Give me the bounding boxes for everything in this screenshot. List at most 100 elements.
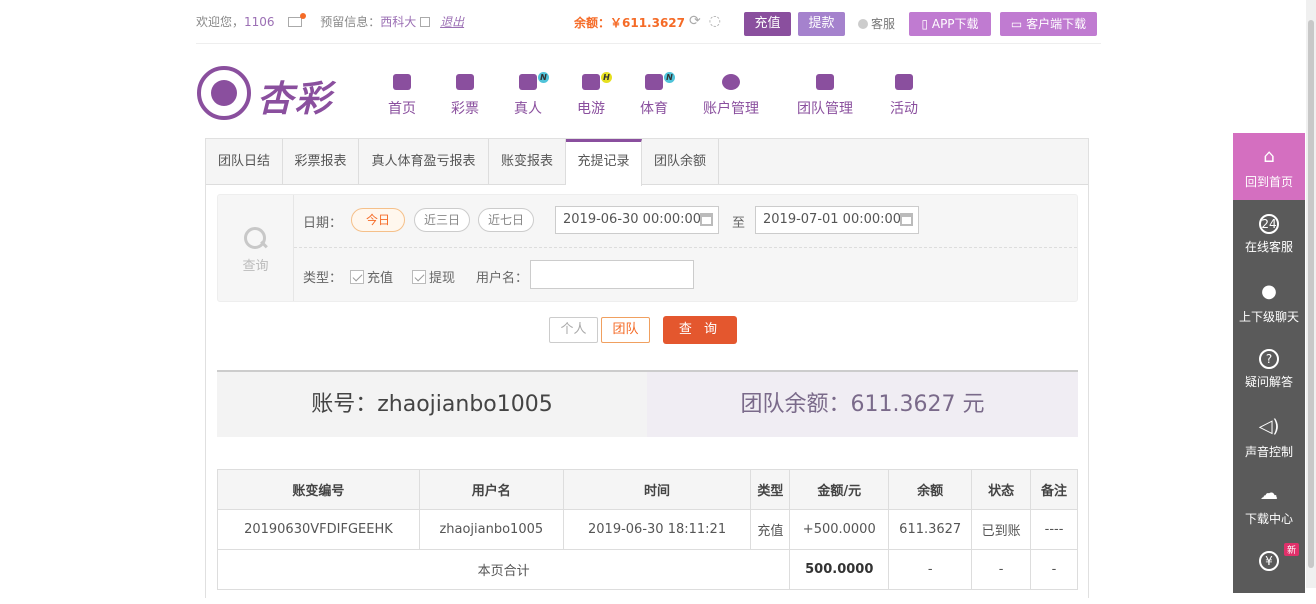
logout-link[interactable]: 退出 xyxy=(440,15,464,29)
withdraw-checkbox-label: 提现 xyxy=(429,271,456,286)
username-label: 用户名： xyxy=(476,271,529,286)
nav-label: 彩票 xyxy=(451,101,479,117)
nav-label: 体育 xyxy=(640,101,668,117)
reserved-value: 西科大 xyxy=(380,15,417,29)
question-icon: ? xyxy=(1259,349,1279,369)
new-badge: 新 xyxy=(1283,543,1299,556)
three-days-button[interactable]: 近三日 xyxy=(414,208,470,232)
seven-days-button[interactable]: 近七日 xyxy=(478,208,534,232)
recharge-button[interactable]: 充值 xyxy=(744,12,791,36)
hot-badge: H xyxy=(601,72,612,83)
money-bag-icon: ¥ xyxy=(1259,551,1279,571)
col-time: 时间 xyxy=(562,469,752,510)
recharge-checkbox[interactable]: 充值 xyxy=(350,267,393,286)
tab-team-daily[interactable]: 团队日结 xyxy=(206,139,283,185)
table-row: 20190630VFDIFGEEHK zhaojianbo1005 2019-0… xyxy=(217,509,1078,550)
total-amount: 500.0000 xyxy=(789,549,890,590)
sidebar-label: 回到首页 xyxy=(1244,175,1293,189)
account-summary: 账号：zhaojianbo1005 xyxy=(217,372,647,437)
sidebar-label: 在线客服 xyxy=(1244,240,1293,254)
balance-display: 余额：￥611.3627 xyxy=(574,16,686,30)
withdraw-checkbox[interactable]: 提现 xyxy=(412,267,455,286)
sidebar-home[interactable]: ⌂ 回到首页 xyxy=(1233,133,1305,200)
nav-label: 电游 xyxy=(577,101,605,117)
summary-bar: 账号：zhaojianbo1005 团队余额：611.3627 元 xyxy=(217,370,1078,437)
balance-tools: ⟳◌ xyxy=(689,13,729,29)
sidebar-faq[interactable]: ? 疑问解答 xyxy=(1233,335,1305,402)
col-balance: 余额 xyxy=(888,469,973,510)
sidebar-chat[interactable]: ● 上下级聊天 xyxy=(1233,268,1305,335)
col-amount: 金额/元 xyxy=(789,469,890,510)
welcome-text: 欢迎您， xyxy=(196,15,245,29)
filter-box: 查询 日期： 今日 近三日 近七日 2019-06-30 00:00:00 至 … xyxy=(217,194,1078,302)
nav-label: 首页 xyxy=(388,101,416,117)
client-download-button[interactable]: ▭ 客户端下载 xyxy=(1000,12,1097,36)
nav-egame[interactable]: H 电游 xyxy=(577,72,612,118)
nav-team[interactable]: 团队管理 xyxy=(797,72,853,118)
trophy-icon: N xyxy=(643,72,675,94)
tab-balance-change[interactable]: 账变报表 xyxy=(489,139,566,185)
date-to-input[interactable]: 2019-07-01 00:00:00 xyxy=(755,206,919,234)
content-panel: 团队日结 彩票报表 真人体育盈亏报表 账变报表 充提记录 团队余额 查询 日期：… xyxy=(205,138,1089,598)
new-badge: N xyxy=(538,72,549,83)
type-label: 类型： xyxy=(303,271,343,286)
date-row: 日期： 今日 近三日 近七日 2019-06-30 00:00:00 至 201… xyxy=(294,195,1077,248)
scrollbar-thumb[interactable] xyxy=(1308,20,1314,568)
sidebar-online-service[interactable]: 24 在线客服 xyxy=(1233,200,1305,267)
personal-button[interactable]: 个人 xyxy=(549,317,598,343)
logo-emblem-icon xyxy=(197,66,251,120)
nav-account[interactable]: 账户管理 xyxy=(703,72,759,118)
nav-live[interactable]: N 真人 xyxy=(514,72,549,118)
team-button[interactable]: 团队 xyxy=(601,317,650,343)
nav-label: 账户管理 xyxy=(703,101,759,117)
sidebar-sound[interactable]: ◁) 声音控制 xyxy=(1233,403,1305,470)
tab-live-sports-report[interactable]: 真人体育盈亏报表 xyxy=(359,139,489,185)
team-balance-summary: 团队余额：611.3627 元 xyxy=(647,372,1078,437)
app-download-button[interactable]: ▯ APP下载 xyxy=(909,12,991,36)
total-balance: - xyxy=(888,549,973,590)
hide-eye-icon[interactable]: ◌ xyxy=(709,13,729,29)
refresh-icon[interactable]: ⟳ xyxy=(689,13,709,29)
team-icon xyxy=(814,74,836,94)
chat-bubble-icon: ● xyxy=(1261,281,1277,302)
sidebar-download[interactable]: ☁ 下载中心 xyxy=(1233,470,1305,537)
cell-record-id: 20190630VFDIFGEEHK xyxy=(217,509,420,550)
cell-status: 已到账 xyxy=(971,509,1032,550)
service-link[interactable]: 客服 xyxy=(858,15,895,32)
cell-type: 充值 xyxy=(750,509,791,550)
site-logo[interactable]: 杏彩 xyxy=(197,66,337,122)
username-input[interactable] xyxy=(530,260,694,289)
headset-24-icon: 24 xyxy=(1259,214,1279,234)
col-record-id: 账变编号 xyxy=(217,469,420,510)
edit-icon[interactable] xyxy=(420,17,431,27)
today-button[interactable]: 今日 xyxy=(351,208,405,232)
total-label: 本页合计 xyxy=(216,549,791,590)
nav-sports[interactable]: N 体育 xyxy=(640,72,675,118)
search-icon xyxy=(243,227,268,251)
query-button[interactable]: 查 询 xyxy=(663,316,737,344)
gamepad-icon: H xyxy=(580,72,612,94)
sidebar-label: 下载中心 xyxy=(1244,512,1293,526)
top-bar: 欢迎您，1106 预留信息：西科大 退出 余额：￥611.3627 ⟳◌ 充值 … xyxy=(196,8,1101,36)
calendar-icon[interactable] xyxy=(700,213,713,226)
calendar-icon[interactable] xyxy=(900,213,913,226)
nav-label: 活动 xyxy=(890,101,918,117)
tab-lottery-report[interactable]: 彩票报表 xyxy=(283,139,359,185)
new-badge: N xyxy=(664,72,675,83)
tab-team-balance[interactable]: 团队余额 xyxy=(642,139,719,185)
tab-recharge-withdraw[interactable]: 充提记录 xyxy=(566,139,642,186)
app-download-label: APP下载 xyxy=(931,17,979,31)
date-from-input[interactable]: 2019-06-30 00:00:00 xyxy=(555,206,719,234)
nav-activity[interactable]: 活动 xyxy=(890,72,918,118)
mail-icon[interactable] xyxy=(288,13,307,27)
checkbox-icon xyxy=(350,270,364,284)
total-note: - xyxy=(1030,549,1078,590)
nav-lottery[interactable]: 彩票 xyxy=(451,72,479,118)
col-status: 状态 xyxy=(971,469,1032,510)
home-icon: ⌂ xyxy=(1263,146,1275,167)
withdraw-button[interactable]: 提款 xyxy=(798,12,845,36)
sidebar-label: 上下级聊天 xyxy=(1238,310,1299,324)
nav-home[interactable]: 首页 xyxy=(388,72,416,118)
nav-label: 团队管理 xyxy=(797,101,853,117)
home-icon xyxy=(391,74,413,94)
